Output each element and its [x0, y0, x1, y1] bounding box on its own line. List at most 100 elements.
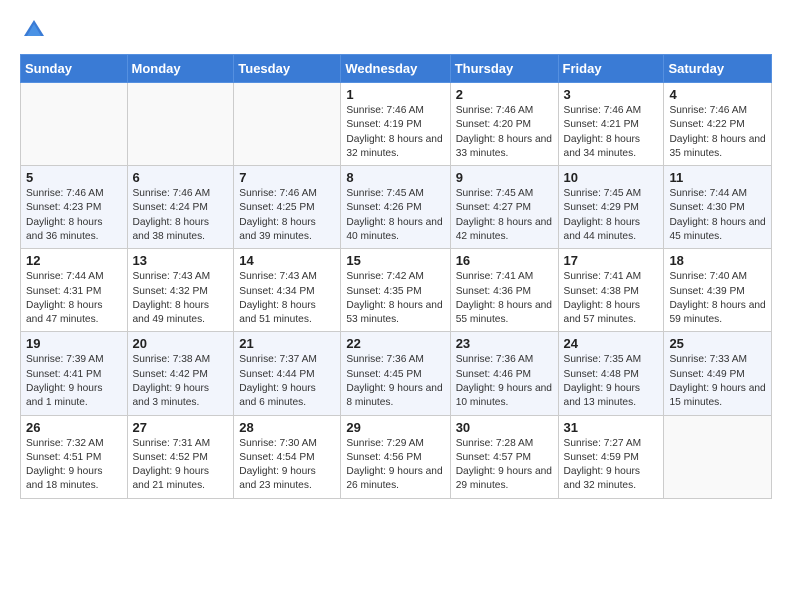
calendar-week-row: 19 Sunrise: 7:39 AM Sunset: 4:41 PM Dayli… [21, 332, 772, 415]
calendar-table: SundayMondayTuesdayWednesdayThursdayFrid… [20, 54, 772, 499]
day-number: 27 [133, 420, 229, 435]
calendar-week-row: 5 Sunrise: 7:46 AM Sunset: 4:23 PM Daylig… [21, 166, 772, 249]
header [20, 16, 772, 44]
day-number: 17 [564, 253, 659, 268]
day-header-saturday: Saturday [664, 55, 772, 83]
calendar-cell: 10 Sunrise: 7:45 AM Sunset: 4:29 PM Dayli… [558, 166, 664, 249]
calendar-cell: 16 Sunrise: 7:41 AM Sunset: 4:36 PM Dayli… [450, 249, 558, 332]
day-number: 4 [669, 87, 766, 102]
day-info: Sunrise: 7:46 AM Sunset: 4:25 PM Dayligh… [239, 187, 335, 244]
logo [20, 16, 52, 44]
day-number: 29 [346, 420, 444, 435]
day-header-friday: Friday [558, 55, 664, 83]
day-info: Sunrise: 7:45 AM Sunset: 4:29 PM Dayligh… [564, 187, 659, 244]
day-info: Sunrise: 7:38 AM Sunset: 4:42 PM Dayligh… [133, 353, 229, 410]
day-number: 12 [26, 253, 122, 268]
day-info: Sunrise: 7:32 AM Sunset: 4:51 PM Dayligh… [26, 437, 122, 494]
day-number: 15 [346, 253, 444, 268]
calendar-cell [664, 415, 772, 498]
day-number: 21 [239, 336, 335, 351]
day-info: Sunrise: 7:44 AM Sunset: 4:31 PM Dayligh… [26, 270, 122, 327]
calendar-cell: 14 Sunrise: 7:43 AM Sunset: 4:34 PM Dayli… [234, 249, 341, 332]
calendar-cell [234, 83, 341, 166]
calendar-cell: 22 Sunrise: 7:36 AM Sunset: 4:45 PM Dayli… [341, 332, 450, 415]
day-number: 16 [456, 253, 553, 268]
day-number: 13 [133, 253, 229, 268]
calendar-cell: 28 Sunrise: 7:30 AM Sunset: 4:54 PM Dayli… [234, 415, 341, 498]
day-header-tuesday: Tuesday [234, 55, 341, 83]
day-info: Sunrise: 7:43 AM Sunset: 4:34 PM Dayligh… [239, 270, 335, 327]
calendar-cell: 26 Sunrise: 7:32 AM Sunset: 4:51 PM Dayli… [21, 415, 128, 498]
calendar-week-row: 1Sunrise: 7:46 AM Sunset: 4:19 PM Daylig… [21, 83, 772, 166]
calendar-cell: 15 Sunrise: 7:42 AM Sunset: 4:35 PM Dayli… [341, 249, 450, 332]
calendar-cell [127, 83, 234, 166]
calendar-cell: 25Sunrise: 7:33 AM Sunset: 4:49 PM Dayli… [664, 332, 772, 415]
day-info: Sunrise: 7:41 AM Sunset: 4:38 PM Dayligh… [564, 270, 659, 327]
day-info: Sunrise: 7:46 AM Sunset: 4:22 PM Dayligh… [669, 104, 766, 161]
calendar-cell: 11 Sunrise: 7:44 AM Sunset: 4:30 PM Dayli… [664, 166, 772, 249]
calendar-cell: 13 Sunrise: 7:43 AM Sunset: 4:32 PM Dayli… [127, 249, 234, 332]
day-number: 3 [564, 87, 659, 102]
day-number: 11 [669, 170, 766, 185]
day-info: Sunrise: 7:45 AM Sunset: 4:27 PM Dayligh… [456, 187, 553, 244]
calendar-cell: 6 Sunrise: 7:46 AM Sunset: 4:24 PM Daylig… [127, 166, 234, 249]
day-number: 9 [456, 170, 553, 185]
day-header-thursday: Thursday [450, 55, 558, 83]
day-info: Sunrise: 7:28 AM Sunset: 4:57 PM Dayligh… [456, 437, 553, 494]
calendar-cell: 21 Sunrise: 7:37 AM Sunset: 4:44 PM Dayli… [234, 332, 341, 415]
day-number: 22 [346, 336, 444, 351]
day-number: 24 [564, 336, 659, 351]
day-number: 7 [239, 170, 335, 185]
calendar-cell: 30 Sunrise: 7:28 AM Sunset: 4:57 PM Dayli… [450, 415, 558, 498]
day-number: 18 [669, 253, 766, 268]
calendar-cell: 5 Sunrise: 7:46 AM Sunset: 4:23 PM Daylig… [21, 166, 128, 249]
day-number: 25 [669, 336, 766, 351]
day-number: 5 [26, 170, 122, 185]
day-header-sunday: Sunday [21, 55, 128, 83]
day-info: Sunrise: 7:35 AM Sunset: 4:48 PM Dayligh… [564, 353, 659, 410]
day-info: Sunrise: 7:27 AM Sunset: 4:59 PM Dayligh… [564, 437, 659, 494]
day-number: 14 [239, 253, 335, 268]
day-info: Sunrise: 7:29 AM Sunset: 4:56 PM Dayligh… [346, 437, 444, 494]
calendar-cell: 8 Sunrise: 7:45 AM Sunset: 4:26 PM Daylig… [341, 166, 450, 249]
calendar-cell: 31Sunrise: 7:27 AM Sunset: 4:59 PM Dayli… [558, 415, 664, 498]
day-info: Sunrise: 7:30 AM Sunset: 4:54 PM Dayligh… [239, 437, 335, 494]
calendar-cell: 27Sunrise: 7:31 AM Sunset: 4:52 PM Dayli… [127, 415, 234, 498]
day-info: Sunrise: 7:46 AM Sunset: 4:20 PM Dayligh… [456, 104, 553, 161]
page: SundayMondayTuesdayWednesdayThursdayFrid… [0, 0, 792, 519]
calendar-cell: 1Sunrise: 7:46 AM Sunset: 4:19 PM Daylig… [341, 83, 450, 166]
calendar-cell: 19 Sunrise: 7:39 AM Sunset: 4:41 PM Dayli… [21, 332, 128, 415]
calendar-cell: 12 Sunrise: 7:44 AM Sunset: 4:31 PM Dayli… [21, 249, 128, 332]
day-number: 28 [239, 420, 335, 435]
day-info: Sunrise: 7:41 AM Sunset: 4:36 PM Dayligh… [456, 270, 553, 327]
calendar-cell: 4 Sunrise: 7:46 AM Sunset: 4:22 PM Daylig… [664, 83, 772, 166]
day-number: 19 [26, 336, 122, 351]
calendar-cell: 9 Sunrise: 7:45 AM Sunset: 4:27 PM Daylig… [450, 166, 558, 249]
day-info: Sunrise: 7:46 AM Sunset: 4:24 PM Dayligh… [133, 187, 229, 244]
calendar-cell: 20Sunrise: 7:38 AM Sunset: 4:42 PM Dayli… [127, 332, 234, 415]
logo-icon [20, 16, 48, 44]
day-info: Sunrise: 7:45 AM Sunset: 4:26 PM Dayligh… [346, 187, 444, 244]
day-number: 10 [564, 170, 659, 185]
day-info: Sunrise: 7:37 AM Sunset: 4:44 PM Dayligh… [239, 353, 335, 410]
calendar-cell: 3Sunrise: 7:46 AM Sunset: 4:21 PM Daylig… [558, 83, 664, 166]
day-header-monday: Monday [127, 55, 234, 83]
calendar-cell: 7 Sunrise: 7:46 AM Sunset: 4:25 PM Daylig… [234, 166, 341, 249]
day-number: 26 [26, 420, 122, 435]
calendar-cell [21, 83, 128, 166]
calendar-header-row: SundayMondayTuesdayWednesdayThursdayFrid… [21, 55, 772, 83]
day-info: Sunrise: 7:44 AM Sunset: 4:30 PM Dayligh… [669, 187, 766, 244]
day-info: Sunrise: 7:42 AM Sunset: 4:35 PM Dayligh… [346, 270, 444, 327]
day-info: Sunrise: 7:40 AM Sunset: 4:39 PM Dayligh… [669, 270, 766, 327]
day-info: Sunrise: 7:46 AM Sunset: 4:23 PM Dayligh… [26, 187, 122, 244]
calendar-cell: 29 Sunrise: 7:29 AM Sunset: 4:56 PM Dayli… [341, 415, 450, 498]
day-info: Sunrise: 7:43 AM Sunset: 4:32 PM Dayligh… [133, 270, 229, 327]
calendar-week-row: 26 Sunrise: 7:32 AM Sunset: 4:51 PM Dayli… [21, 415, 772, 498]
day-number: 30 [456, 420, 553, 435]
day-number: 1 [346, 87, 444, 102]
day-info: Sunrise: 7:36 AM Sunset: 4:45 PM Dayligh… [346, 353, 444, 410]
day-number: 8 [346, 170, 444, 185]
day-number: 2 [456, 87, 553, 102]
day-number: 6 [133, 170, 229, 185]
day-info: Sunrise: 7:39 AM Sunset: 4:41 PM Dayligh… [26, 353, 122, 410]
